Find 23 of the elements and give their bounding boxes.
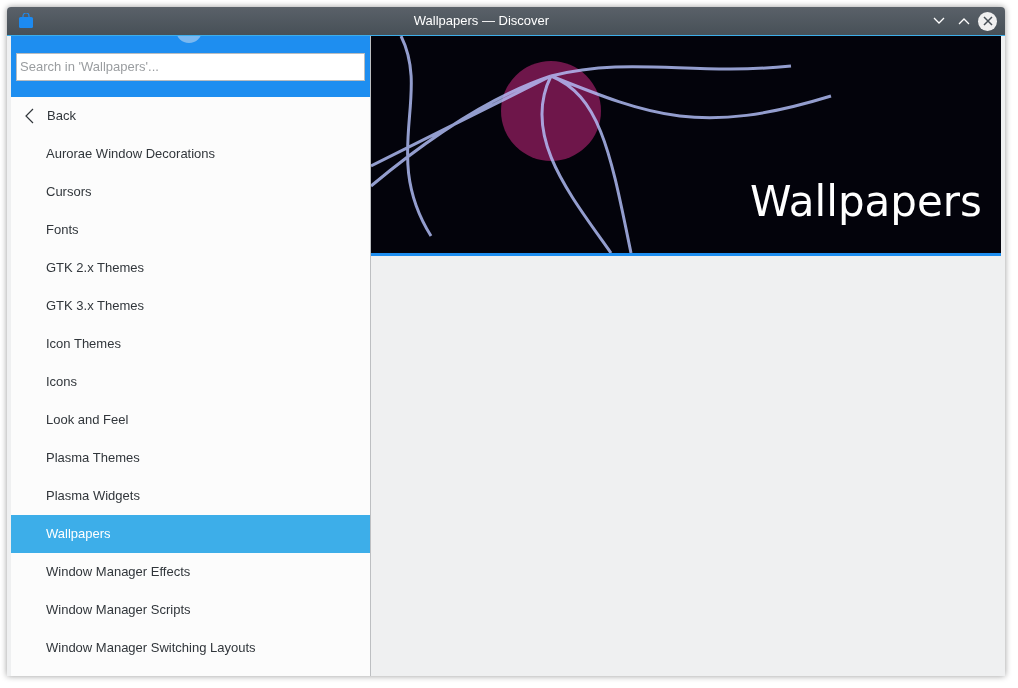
category-item[interactable]: Icons — [11, 363, 370, 401]
category-item[interactable]: Plasma Themes — [11, 439, 370, 477]
category-item[interactable]: Fonts — [11, 211, 370, 249]
category-item[interactable]: Cursors — [11, 173, 370, 211]
category-item[interactable]: Look and Feel — [11, 401, 370, 439]
chevron-up-icon — [958, 17, 970, 25]
chevron-down-icon — [933, 17, 945, 25]
category-item[interactable]: Aurorae Window Decorations — [11, 135, 370, 173]
chevron-left-icon — [25, 108, 34, 124]
shopping-bag-icon — [18, 13, 34, 29]
banner-title: Wallpapers — [750, 176, 982, 228]
category-item[interactable]: GTK 3.x Themes — [11, 287, 370, 325]
category-item[interactable]: GTK 2.x Themes — [11, 249, 370, 287]
search-field[interactable]: Search in 'Wallpapers'... — [16, 52, 365, 81]
category-item[interactable]: Window Manager Scripts — [11, 591, 370, 629]
window-title: Wallpapers — Discover — [412, 12, 551, 31]
close-icon — [982, 16, 993, 26]
close-button[interactable] — [978, 11, 997, 31]
category-item[interactable]: Window Manager Switching Layouts — [11, 629, 370, 667]
category-item[interactable]: Icon Themes — [11, 325, 370, 363]
category-item[interactable]: Window Manager Effects — [11, 553, 370, 591]
back-button[interactable]: Back — [11, 97, 370, 135]
category-item[interactable]: Plasma Widgets — [11, 477, 370, 515]
